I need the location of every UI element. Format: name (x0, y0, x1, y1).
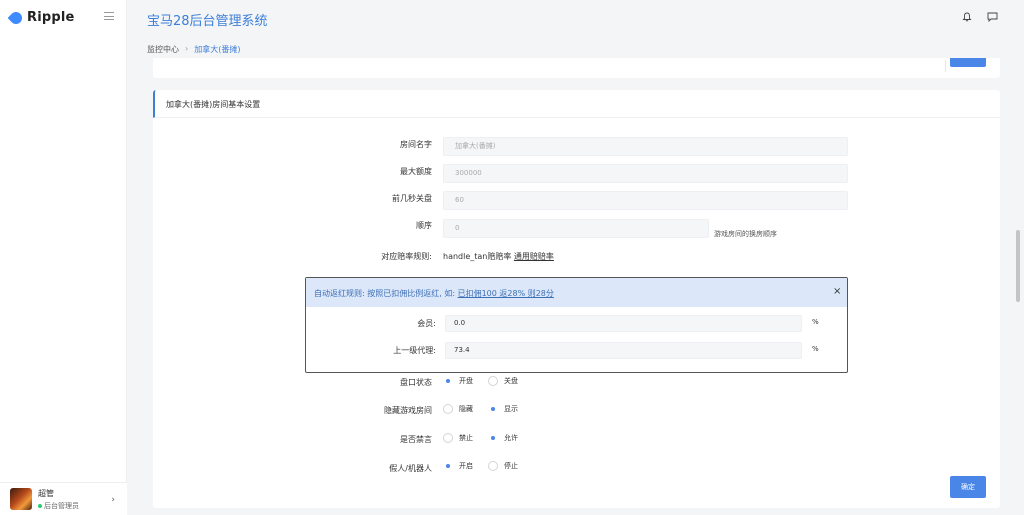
agent-rate-label: 上一级代理: (393, 346, 436, 355)
market-status-open-radio[interactable]: 开盘 (443, 376, 473, 386)
close-icon[interactable]: × (833, 287, 841, 297)
previous-card-button[interactable] (950, 58, 986, 67)
mute-forbid-radio[interactable]: 禁止 (443, 433, 473, 443)
brand-name: Ripple (27, 10, 75, 25)
radio-selected-icon (443, 461, 453, 471)
odds-rule-text: handle_tan赔赔率 (443, 252, 512, 261)
breadcrumb-separator: › (185, 44, 189, 53)
app-title: 宝马28后台管理系统 (147, 14, 268, 29)
radio-label: 显示 (504, 405, 518, 413)
radio-unselected-icon (443, 404, 453, 414)
order-label: 顺序 (416, 221, 432, 230)
radio-selected-icon (488, 404, 498, 414)
user-role: 后台管理员 (38, 501, 79, 511)
odds-rule-link[interactable]: 通用赔赔率 (514, 252, 554, 261)
message-icon[interactable] (987, 12, 998, 22)
radio-selected-icon (443, 376, 453, 386)
user-name: 超管 (38, 488, 54, 498)
sidebar: Ripple 超管 后台管理员 › (0, 0, 127, 515)
market-status-close-radio[interactable]: 关盘 (488, 376, 518, 386)
radio-label: 隐藏 (459, 405, 473, 413)
robot-on-radio[interactable]: 开启 (443, 461, 473, 471)
avatar (10, 488, 32, 510)
hide-room-label: 隐藏游戏房间 (384, 406, 432, 415)
modal-title: 自动返红规则: 按照已扣佣比例返红, 如: 已扣佣100 返28% 则28分 (314, 288, 554, 299)
rebate-modal: 自动返红规则: 按照已扣佣比例返红, 如: 已扣佣100 返28% 则28分 ×… (305, 277, 848, 373)
modal-title-text: 自动返红规则: 按照已扣佣比例返红, 如: (314, 289, 456, 298)
online-status-icon (38, 503, 42, 508)
radio-unselected-icon (443, 433, 453, 443)
hide-room-hide-radio[interactable]: 隐藏 (443, 404, 473, 414)
breadcrumb-item-current[interactable]: 加拿大(番摊) (194, 44, 240, 55)
odds-rule-label: 对应赔率规则: (381, 252, 432, 261)
member-rate-label: 会员: (417, 319, 436, 328)
radio-label: 禁止 (459, 434, 473, 442)
chevron-right-icon: › (111, 495, 115, 505)
radio-unselected-icon (488, 376, 498, 386)
hamburger-menu-icon[interactable] (104, 12, 114, 20)
radio-label: 停止 (504, 462, 518, 470)
radio-selected-icon (488, 433, 498, 443)
radio-unselected-icon (488, 461, 498, 471)
modal-header: 自动返红规则: 按照已扣佣比例返红, 如: 已扣佣100 返28% 则28分 × (306, 278, 847, 307)
robot-label: 假人/机器人 (389, 464, 432, 473)
user-card[interactable]: 超管 后台管理员 › (0, 482, 127, 515)
divider (945, 60, 946, 72)
room-name-label: 房间名字 (400, 140, 432, 149)
confirm-button[interactable]: 确定 (950, 476, 986, 498)
close-seconds-label: 前几秒关盘 (392, 194, 432, 203)
hide-room-show-radio[interactable]: 显示 (488, 404, 518, 414)
breadcrumb-item-monitor[interactable]: 监控中心 (147, 44, 179, 55)
radio-label: 关盘 (504, 377, 518, 385)
previous-card (153, 58, 1000, 78)
ripple-logo-icon (7, 9, 25, 26)
agent-rate-unit: % (812, 345, 819, 353)
card-header: 加拿大(番摊)房间基本设置 (153, 90, 1000, 118)
close-seconds-field[interactable]: 60 (443, 191, 848, 210)
order-help-text: 游戏房间的换房顺序 (714, 230, 777, 238)
card-title: 加拿大(番摊)房间基本设置 (166, 100, 261, 109)
page-scrollbar[interactable] (1016, 230, 1020, 302)
radio-label: 开启 (459, 462, 473, 470)
member-rate-unit: % (812, 318, 819, 326)
odds-rule-value: handle_tan赔赔率 通用赔赔率 (443, 251, 554, 262)
radio-label: 允许 (504, 434, 518, 442)
mute-label: 是否禁言 (400, 435, 432, 444)
robot-off-radio[interactable]: 停止 (488, 461, 518, 471)
bell-icon[interactable] (962, 12, 972, 22)
breadcrumb: 监控中心 › 加拿大(番摊) (147, 44, 240, 55)
brand[interactable]: Ripple (7, 9, 75, 26)
market-status-label: 盘口状态 (400, 378, 432, 387)
member-rate-input[interactable]: 0.0 (445, 315, 802, 332)
order-field[interactable]: 0 (443, 219, 709, 238)
max-amount-label: 最大额度 (400, 167, 432, 176)
user-role-label: 后台管理员 (44, 501, 79, 510)
modal-title-link[interactable]: 已扣佣100 返28% 则28分 (458, 289, 554, 298)
mute-allow-radio[interactable]: 允许 (488, 433, 518, 443)
user-info: 超管 后台管理员 (38, 488, 79, 511)
radio-label: 开盘 (459, 377, 473, 385)
agent-rate-input[interactable]: 73.4 (445, 342, 802, 359)
max-amount-field[interactable]: 300000 (443, 164, 848, 183)
room-name-field[interactable]: 加拿大(番摊) (443, 137, 848, 156)
